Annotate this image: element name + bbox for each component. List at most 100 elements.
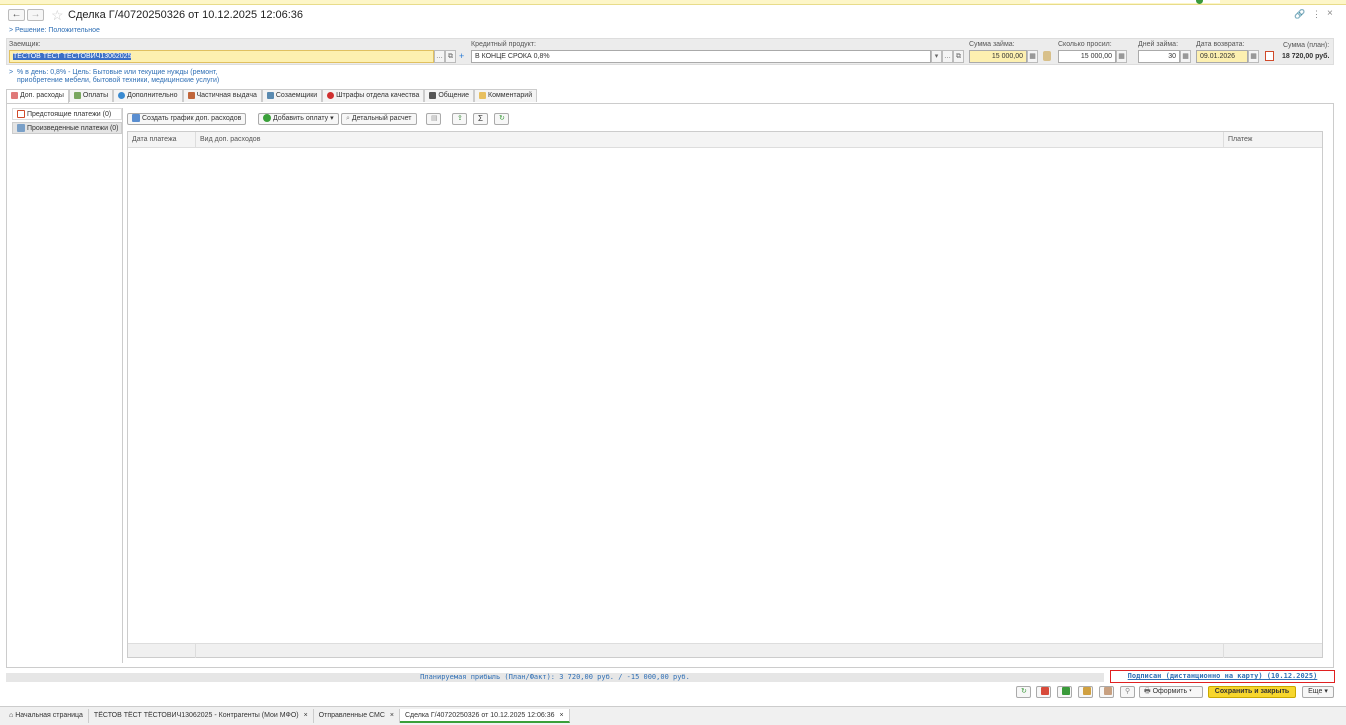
loan-sum-label: Сумма займа: (969, 41, 1015, 48)
top-search-field[interactable] (1030, 0, 1220, 3)
return-date-field[interactable]: 09.01.2026 (1196, 50, 1248, 63)
borrower-open-icon[interactable]: ⧉ (445, 50, 456, 63)
export-icon[interactable]: ⇪ (452, 113, 467, 125)
tab-label: Дополнительно (127, 92, 178, 99)
link-icon[interactable]: 🔗 (1294, 9, 1305, 20)
exchange-icon[interactable] (1078, 686, 1093, 698)
info-icon (118, 91, 126, 99)
save-close-button[interactable]: Сохранить и закрыть (1208, 686, 1296, 698)
pdf-icon[interactable] (1036, 686, 1051, 698)
days-field[interactable]: 30 (1138, 50, 1180, 63)
excel-icon[interactable] (1057, 686, 1072, 698)
refresh-icon[interactable]: ↻ (1016, 686, 1031, 698)
calendar-icon (17, 110, 25, 119)
tab-quality-fines[interactable]: Штрафы отдела качества (322, 89, 425, 102)
borrower-field[interactable]: ТЁСТОВ ТЁСТ ТЁСТОВИЧ13062025 (9, 50, 434, 63)
product-dropdown-icon[interactable]: ▾ (931, 50, 942, 63)
product-field[interactable]: В КОНЦЕ СРОКА 0,8% (471, 50, 931, 63)
days-label: Дней займа: (1138, 41, 1179, 48)
top-strip (0, 0, 1346, 5)
col-payment-header[interactable]: Платеж (1228, 136, 1252, 143)
product-open-icon[interactable]: ⧉ (953, 50, 964, 63)
decision-link[interactable]: > Решение: Положительное (9, 27, 100, 34)
plan-sum-label: Сумма (план): (1283, 42, 1330, 49)
lock-icon[interactable] (1043, 51, 1051, 61)
product-value: В КОНЦЕ СРОКА 0,8% (475, 53, 550, 60)
add-plus-icon[interactable]: + (459, 51, 464, 61)
close-icon[interactable]: × (559, 712, 563, 719)
divider (1223, 644, 1224, 658)
pdf-icon (1041, 687, 1049, 696)
tab-label: Штрафы отдела качества (336, 92, 420, 99)
favorite-star-icon[interactable]: ☆ (51, 7, 64, 24)
chat-icon (429, 91, 437, 99)
button-label: Создать график доп. расходов (141, 115, 242, 122)
calendar-icon[interactable] (1265, 51, 1274, 61)
back-arrow-icon[interactable]: ← (8, 9, 25, 21)
tab-additional[interactable]: Дополнительно (113, 89, 183, 102)
piggy-icon (11, 91, 18, 99)
loan-sum-field[interactable]: 15 000,00 (969, 50, 1027, 63)
tab-strip: Доп. расходы Оплаты Дополнительно Частич… (6, 89, 538, 103)
window-tab-deal[interactable]: Сделка Г/40720250326 от 10.12.2025 12:06… (399, 709, 570, 723)
document-icon[interactable]: ▤ (426, 113, 441, 125)
side-item-done[interactable]: Произведенные платежи (0) (12, 122, 122, 134)
tab-extra-costs[interactable]: Доп. расходы (6, 89, 69, 103)
add-circle-icon (263, 114, 271, 123)
table-header (128, 132, 1322, 148)
product-select-button[interactable]: … (942, 50, 953, 63)
profit-bar: Планируемая прибыль (План/Факт): 3 720,0… (6, 673, 1104, 682)
button-label: Еще (1308, 688, 1323, 695)
window-tabs-bar: ⌂ Начальная страница ТЁСТОВ ТЁСТ ТЁСТОВИ… (0, 706, 1346, 725)
asked-calc-icon[interactable]: ▦ (1116, 50, 1127, 63)
return-date-picker-icon[interactable]: ▦ (1248, 50, 1259, 63)
button-label: Добавить оплату (272, 115, 329, 122)
home-icon: ⌂ (9, 712, 14, 719)
side-item-upcoming[interactable]: Предстоящие платежи (0) (12, 108, 122, 120)
chevron-right-icon[interactable]: > (9, 69, 13, 76)
side-item-label: Произведенные платежи (0) (26, 125, 119, 132)
cube-icon (1104, 687, 1112, 696)
close-icon[interactable]: × (390, 712, 394, 719)
cube-icon[interactable] (1099, 686, 1114, 698)
add-payment-button[interactable]: Добавить оплату ▾ (258, 113, 339, 125)
divider (1223, 132, 1224, 148)
close-icon[interactable]: × (1327, 8, 1333, 19)
detail-calc-button[interactable]: ⌕ Детальный расчет (341, 113, 417, 125)
close-icon[interactable]: × (304, 712, 308, 719)
format-button[interactable]: 🖶 Оформить ▾ (1139, 686, 1203, 698)
more-menu-icon[interactable]: ⋮ (1312, 9, 1321, 20)
return-date-label: Дата возврата: (1196, 41, 1245, 48)
window-tab-counterparty[interactable]: ТЁСТОВ ТЁСТ ТЁСТОВИЧ13062025 - Контраген… (89, 709, 314, 723)
table-footer (128, 643, 1322, 658)
loan-sum-calc-icon[interactable]: ▦ (1027, 50, 1038, 63)
payments-icon (17, 124, 25, 133)
divider (195, 644, 196, 658)
signed-status-link[interactable]: Подписан (дистанционно на карту) (10.12.… (1110, 670, 1335, 683)
tab-label: Созаемщики (275, 92, 318, 99)
window-tab-home[interactable]: ⌂ Начальная страница (4, 709, 89, 723)
status-dot-icon (1196, 0, 1203, 4)
forward-arrow-icon[interactable]: → (27, 9, 44, 21)
col-type-header[interactable]: Вид доп. расходов (200, 136, 260, 143)
borrower-label: Заемщик: (9, 41, 41, 48)
col-date-header[interactable]: Дата платежа (132, 136, 177, 143)
create-schedule-button[interactable]: Создать график доп. расходов (127, 113, 247, 125)
sum-icon[interactable]: Σ (473, 113, 488, 125)
days-calc-icon[interactable]: ▦ (1180, 50, 1191, 63)
window-tab-label: ТЁСТОВ ТЁСТ ТЁСТОВИЧ13062025 - Контраген… (93, 712, 299, 719)
tab-label: Общение (438, 92, 470, 99)
rate-info-link[interactable]: % в день: 0,8% - Цель: Бытовые или текущ… (17, 69, 227, 85)
exchange-icon (1083, 687, 1091, 696)
tab-partial-issue[interactable]: Частичная выдача (182, 89, 262, 102)
tab-coborrowers[interactable]: Созаемщики (261, 89, 323, 102)
tab-comment[interactable]: Комментарий (474, 89, 538, 102)
borrower-select-button[interactable]: … (434, 50, 445, 63)
more-button[interactable]: Еще ▾ (1302, 686, 1334, 698)
window-tab-sms[interactable]: Отправленные СМС × (314, 709, 400, 723)
asked-field[interactable]: 15 000,00 (1058, 50, 1116, 63)
refresh-icon[interactable]: ↻ (494, 113, 509, 125)
attach-icon[interactable]: ⚲ (1120, 686, 1135, 698)
tab-communication[interactable]: Общение (424, 89, 475, 102)
tab-payments[interactable]: Оплаты (68, 89, 114, 102)
